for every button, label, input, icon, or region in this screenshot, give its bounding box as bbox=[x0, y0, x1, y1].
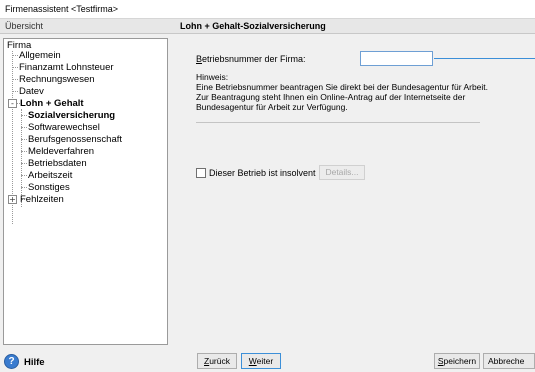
details-button[interactable]: Details... bbox=[319, 165, 365, 180]
overview-header: Übersicht bbox=[0, 19, 173, 34]
tree-item-finanzamt-lohnsteuer[interactable]: Finanzamt Lohnsteuer bbox=[18, 62, 115, 74]
help-label[interactable]: Hilfe bbox=[24, 357, 45, 368]
betriebsnummer-label: Betriebsnummer der Firma: bbox=[196, 54, 306, 64]
insolvent-checkbox[interactable] bbox=[196, 168, 206, 178]
tree-item-label: Arbeitszeit bbox=[28, 170, 73, 181]
tree-item-softwarewechsel[interactable]: Softwarewechsel bbox=[27, 122, 101, 134]
back-button[interactable]: Zurück bbox=[197, 353, 237, 369]
tree-item-label: Softwarewechsel bbox=[28, 122, 100, 133]
tree-item-datev[interactable]: Datev bbox=[18, 86, 45, 98]
collapse-icon[interactable]: - bbox=[8, 99, 17, 108]
tree-item-sozialversicherung[interactable]: Sozialversicherung bbox=[27, 110, 116, 122]
tree-item-label: Finanzamt Lohnsteuer bbox=[19, 62, 114, 73]
tree-item-fehlzeiten[interactable]: Fehlzeiten bbox=[19, 194, 65, 206]
cancel-button[interactable]: Abbreche bbox=[483, 353, 535, 369]
navigation-tree: Firma Allgemein Finanzamt Lohnsteuer Rec… bbox=[3, 38, 168, 345]
tree-item-berufsgenossenschaft[interactable]: Berufsgenossenschaft bbox=[27, 134, 123, 146]
page-title: Lohn + Gehalt-Sozialversicherung bbox=[173, 19, 535, 34]
tree-item-label: Fehlzeiten bbox=[20, 194, 64, 205]
tree-item-meldeverfahren[interactable]: Meldeverfahren bbox=[27, 146, 95, 158]
footer: ? Hilfe Zurück Weiter Speichern Abbreche bbox=[0, 348, 535, 372]
tree-item-label: Lohn + Gehalt bbox=[20, 98, 84, 109]
save-button[interactable]: Speichern bbox=[434, 353, 480, 369]
tree-item-label: Meldeverfahren bbox=[28, 146, 95, 157]
help-icon[interactable]: ? bbox=[4, 354, 19, 369]
tree-item-label: Datev bbox=[19, 86, 44, 97]
tree-item-label: Rechnungswesen bbox=[19, 74, 95, 85]
betriebsnummer-input[interactable] bbox=[360, 51, 433, 66]
tree-item-arbeitszeit[interactable]: Arbeitszeit bbox=[27, 170, 73, 182]
tree-item-lohn-gehalt[interactable]: Lohn + Gehalt bbox=[19, 98, 85, 110]
hint-text: Hinweis: Eine Betriebsnummer beantragen … bbox=[196, 72, 489, 112]
content-panel: Betriebsnummer der Firma: Hinweis: Eine … bbox=[178, 38, 535, 345]
focus-indicator bbox=[434, 58, 535, 59]
insolvent-label: Dieser Betrieb ist insolvent bbox=[209, 168, 316, 178]
tree-item-allgemein[interactable]: Allgemein bbox=[18, 50, 62, 62]
tree-item-betriebsdaten[interactable]: Betriebsdaten bbox=[27, 158, 88, 170]
tree-item-label: Allgemein bbox=[19, 50, 61, 61]
tree-item-sonstiges[interactable]: Sonstiges bbox=[27, 182, 71, 194]
tree-item-label: Sozialversicherung bbox=[28, 110, 116, 121]
tree-item-label: Sonstiges bbox=[28, 182, 70, 193]
next-button[interactable]: Weiter bbox=[241, 353, 281, 369]
tree-item-label: Berufsgenossenschaft bbox=[28, 134, 123, 145]
tree-item-label: Betriebsdaten bbox=[28, 158, 87, 169]
tree-item-rechnungswesen[interactable]: Rechnungswesen bbox=[18, 74, 96, 86]
divider bbox=[196, 122, 480, 123]
expand-icon[interactable]: + bbox=[8, 195, 17, 204]
window-title: Firmenassistent <Testfirma> bbox=[0, 0, 535, 19]
